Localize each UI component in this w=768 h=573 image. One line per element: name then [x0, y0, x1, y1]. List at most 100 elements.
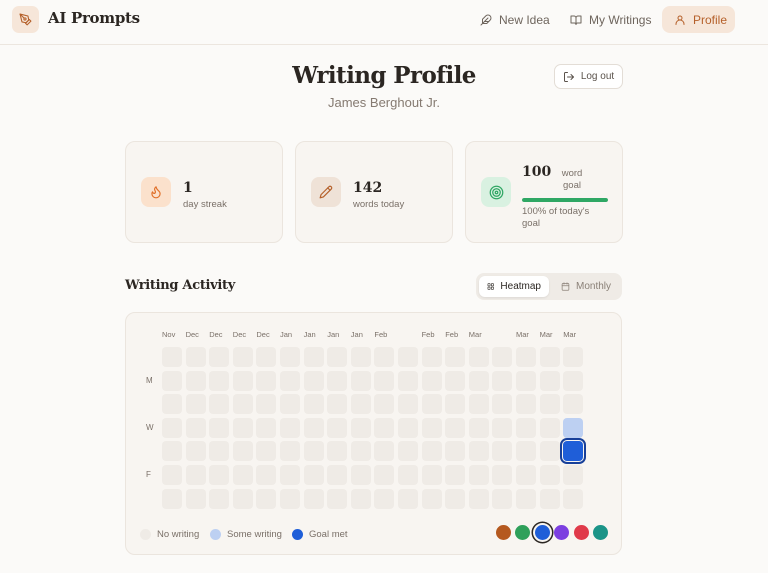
heatmap-cell[interactable]: [280, 465, 300, 485]
heatmap-cell[interactable]: [560, 438, 587, 465]
heatmap-cell[interactable]: [256, 465, 277, 485]
heatmap-cell[interactable]: [563, 465, 584, 485]
heatmap-cell[interactable]: [421, 394, 442, 415]
heatmap-cell[interactable]: [209, 394, 230, 415]
heatmap-cell[interactable]: [539, 417, 560, 438]
heatmap-cell[interactable]: [468, 417, 489, 438]
heatmap-cell[interactable]: [516, 465, 536, 485]
heatmap-cell[interactable]: [398, 441, 418, 462]
heatmap-cell[interactable]: [374, 417, 395, 438]
heatmap-cell[interactable]: [539, 488, 560, 509]
heatmap-cell[interactable]: [185, 417, 206, 438]
heatmap-cell[interactable]: [185, 465, 206, 485]
heatmap-cell[interactable]: [185, 370, 206, 391]
heatmap-cell[interactable]: [492, 370, 513, 391]
heatmap-cell[interactable]: [303, 488, 324, 509]
heatmap-cell[interactable]: [445, 417, 466, 438]
heatmap-cell[interactable]: [516, 347, 536, 367]
heatmap-cell[interactable]: [350, 417, 371, 438]
heatmap-cell[interactable]: [185, 488, 206, 509]
heatmap-cell[interactable]: [468, 441, 489, 462]
heatmap-cell[interactable]: [185, 347, 206, 367]
heatmap-cell[interactable]: [209, 441, 230, 462]
heatmap-cell[interactable]: [280, 370, 300, 391]
heatmap-cell[interactable]: [398, 394, 418, 415]
heatmap-cell[interactable]: [256, 370, 277, 391]
heatmap-view-button[interactable]: Heatmap: [479, 276, 549, 297]
heatmap-cell[interactable]: [327, 488, 348, 509]
color-swatch[interactable]: [593, 525, 608, 540]
heatmap-cell[interactable]: [327, 441, 348, 462]
heatmap-cell[interactable]: [303, 347, 324, 367]
heatmap-cell[interactable]: [162, 347, 182, 367]
color-swatch[interactable]: [496, 525, 511, 540]
color-swatch[interactable]: [554, 525, 570, 540]
heatmap-cell[interactable]: [350, 488, 371, 509]
heatmap-cell[interactable]: [256, 347, 277, 367]
heatmap-cell[interactable]: [563, 417, 584, 438]
heatmap-cell[interactable]: [563, 488, 584, 509]
heatmap-cell[interactable]: [185, 394, 206, 415]
heatmap-cell[interactable]: [374, 465, 395, 485]
color-swatch[interactable]: [515, 525, 531, 540]
heatmap-cell[interactable]: [185, 441, 206, 462]
heatmap-cell[interactable]: [445, 488, 466, 509]
heatmap-cell[interactable]: [209, 347, 230, 367]
heatmap-cell[interactable]: [539, 441, 560, 462]
heatmap-cell[interactable]: [327, 347, 348, 367]
heatmap-cell[interactable]: [232, 417, 253, 438]
heatmap-cell[interactable]: [162, 465, 182, 485]
heatmap-cell[interactable]: [350, 394, 371, 415]
heatmap-cell[interactable]: [303, 465, 324, 485]
heatmap-cell[interactable]: [232, 441, 253, 462]
app-title[interactable]: AI Prompts: [48, 9, 140, 27]
heatmap-cell[interactable]: [374, 394, 395, 415]
heatmap-cell[interactable]: [563, 347, 584, 367]
heatmap-cell[interactable]: [539, 347, 560, 367]
heatmap-cell[interactable]: [421, 417, 442, 438]
heatmap-cell[interactable]: [421, 370, 442, 391]
heatmap-cell[interactable]: [563, 370, 584, 391]
heatmap-cell[interactable]: [516, 441, 536, 462]
color-swatch[interactable]: [573, 525, 589, 540]
heatmap-cell[interactable]: [256, 417, 277, 438]
heatmap-cell[interactable]: [445, 465, 466, 485]
heatmap-cell[interactable]: [209, 488, 230, 509]
heatmap-cell[interactable]: [421, 347, 442, 367]
heatmap-cell[interactable]: [421, 488, 442, 509]
heatmap-cell[interactable]: [516, 370, 536, 391]
heatmap-cell[interactable]: [516, 417, 536, 438]
heatmap-cell[interactable]: [209, 370, 230, 391]
heatmap-cell[interactable]: [162, 417, 182, 438]
heatmap-cell[interactable]: [162, 394, 182, 415]
heatmap-cell[interactable]: [256, 394, 277, 415]
heatmap-cell[interactable]: [303, 441, 324, 462]
heatmap-cell[interactable]: [398, 370, 418, 391]
logout-button[interactable]: Log out: [554, 64, 623, 89]
heatmap-cell[interactable]: [162, 370, 182, 391]
heatmap-cell[interactable]: [563, 394, 584, 415]
heatmap-cell[interactable]: [303, 417, 324, 438]
heatmap-cell[interactable]: [232, 370, 253, 391]
heatmap-cell[interactable]: [232, 347, 253, 367]
heatmap-cell[interactable]: [350, 370, 371, 391]
heatmap-cell[interactable]: [256, 488, 277, 509]
heatmap-cell[interactable]: [492, 347, 513, 367]
heatmap-cell[interactable]: [539, 370, 560, 391]
heatmap-cell[interactable]: [327, 417, 348, 438]
heatmap-cell[interactable]: [232, 488, 253, 509]
heatmap-cell[interactable]: [350, 441, 371, 462]
heatmap-cell[interactable]: [350, 465, 371, 485]
heatmap-cell[interactable]: [280, 394, 300, 415]
heatmap-cell[interactable]: [539, 465, 560, 485]
heatmap-cell[interactable]: [280, 441, 300, 462]
heatmap-cell[interactable]: [374, 441, 395, 462]
heatmap-cell[interactable]: [492, 417, 513, 438]
heatmap-cell[interactable]: [468, 394, 489, 415]
heatmap-cell[interactable]: [492, 441, 513, 462]
heatmap-cell[interactable]: [445, 370, 466, 391]
heatmap-cell[interactable]: [445, 347, 466, 367]
heatmap-cell[interactable]: [280, 347, 300, 367]
heatmap-cell[interactable]: [468, 370, 489, 391]
heatmap-cell[interactable]: [398, 488, 418, 509]
